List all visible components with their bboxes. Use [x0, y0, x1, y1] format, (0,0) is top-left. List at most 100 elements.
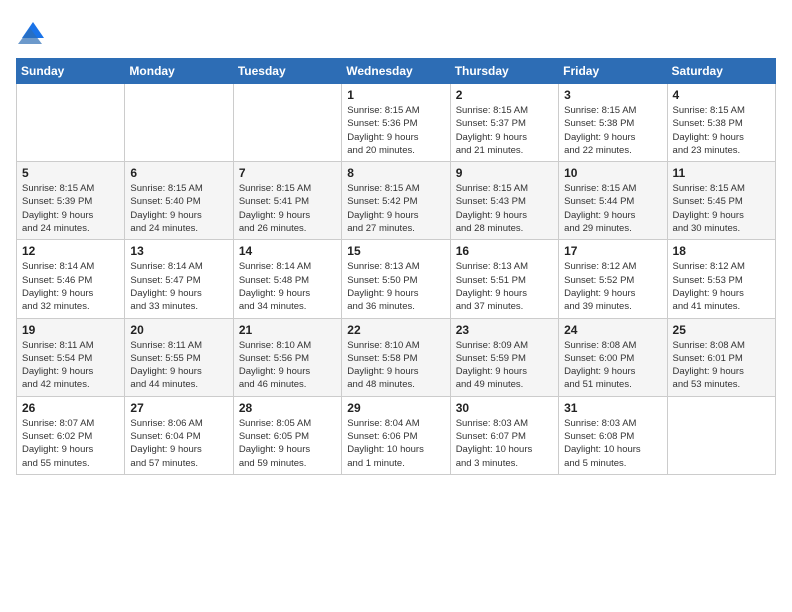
calendar-cell: 10 Sunrise: 8:15 AM Sunset: 5:44 PM Dayli…: [559, 162, 667, 240]
logo-icon: [18, 16, 48, 46]
day-number: 2: [456, 88, 553, 102]
day-number: 12: [22, 244, 119, 258]
calendar-cell: 30 Sunrise: 8:03 AM Sunset: 6:07 PM Dayli…: [450, 396, 558, 474]
calendar-cell: 3Sunrise: 8:15 AM Sunset: 5:38 PM Daylig…: [559, 84, 667, 162]
day-number: 4: [673, 88, 770, 102]
day-info: Sunrise: 8:15 AM Sunset: 5:38 PM Dayligh…: [564, 104, 661, 157]
day-number: 6: [130, 166, 227, 180]
calendar-cell: 1 Sunrise: 8:15 AM Sunset: 5:36 PM Daylig…: [342, 84, 450, 162]
calendar-cell: 16 Sunrise: 8:13 AM Sunset: 5:51 PM Dayli…: [450, 240, 558, 318]
day-info: Sunrise: 8:04 AM Sunset: 6:06 PM Dayligh…: [347, 417, 444, 470]
calendar-cell: 29 Sunrise: 8:04 AM Sunset: 6:06 PM Dayli…: [342, 396, 450, 474]
day-info: Sunrise: 8:15 AM Sunset: 5:41 PM Dayligh…: [239, 182, 336, 235]
day-number: 5: [22, 166, 119, 180]
day-number: 11: [673, 166, 770, 180]
week-row-4: 26 Sunrise: 8:07 AM Sunset: 6:02 PM Dayli…: [17, 396, 776, 474]
day-number: 26: [22, 401, 119, 415]
weekday-header-row: SundayMondayTuesdayWednesdayThursdayFrid…: [17, 59, 776, 84]
day-info: Sunrise: 8:13 AM Sunset: 5:50 PM Dayligh…: [347, 260, 444, 313]
calendar-cell: 13 Sunrise: 8:14 AM Sunset: 5:47 PM Dayli…: [125, 240, 233, 318]
day-number: 21: [239, 323, 336, 337]
page: SundayMondayTuesdayWednesdayThursdayFrid…: [0, 0, 792, 612]
day-info: Sunrise: 8:06 AM Sunset: 6:04 PM Dayligh…: [130, 417, 227, 470]
calendar-cell: 23 Sunrise: 8:09 AM Sunset: 5:59 PM Dayli…: [450, 318, 558, 396]
calendar-cell: 7Sunrise: 8:15 AM Sunset: 5:41 PM Daylig…: [233, 162, 341, 240]
calendar-cell: 27 Sunrise: 8:06 AM Sunset: 6:04 PM Dayli…: [125, 396, 233, 474]
day-info: Sunrise: 8:15 AM Sunset: 5:45 PM Dayligh…: [673, 182, 770, 235]
day-info: Sunrise: 8:15 AM Sunset: 5:40 PM Dayligh…: [130, 182, 227, 235]
calendar-cell: 19 Sunrise: 8:11 AM Sunset: 5:54 PM Dayli…: [17, 318, 125, 396]
day-number: 28: [239, 401, 336, 415]
day-info: Sunrise: 8:11 AM Sunset: 5:55 PM Dayligh…: [130, 339, 227, 392]
day-info: Sunrise: 8:13 AM Sunset: 5:51 PM Dayligh…: [456, 260, 553, 313]
day-number: 19: [22, 323, 119, 337]
day-number: 27: [130, 401, 227, 415]
day-info: Sunrise: 8:15 AM Sunset: 5:36 PM Dayligh…: [347, 104, 444, 157]
day-info: Sunrise: 8:12 AM Sunset: 5:52 PM Dayligh…: [564, 260, 661, 313]
day-info: Sunrise: 8:14 AM Sunset: 5:48 PM Dayligh…: [239, 260, 336, 313]
day-number: 17: [564, 244, 661, 258]
calendar-cell: 20 Sunrise: 8:11 AM Sunset: 5:55 PM Dayli…: [125, 318, 233, 396]
day-info: Sunrise: 8:10 AM Sunset: 5:58 PM Dayligh…: [347, 339, 444, 392]
day-number: 10: [564, 166, 661, 180]
day-info: Sunrise: 8:09 AM Sunset: 5:59 PM Dayligh…: [456, 339, 553, 392]
day-info: Sunrise: 8:12 AM Sunset: 5:53 PM Dayligh…: [673, 260, 770, 313]
day-number: 25: [673, 323, 770, 337]
calendar-cell: 4 Sunrise: 8:15 AM Sunset: 5:38 PM Daylig…: [667, 84, 775, 162]
calendar-cell: [667, 396, 775, 474]
day-info: Sunrise: 8:15 AM Sunset: 5:38 PM Dayligh…: [673, 104, 770, 157]
weekday-header-saturday: Saturday: [667, 59, 775, 84]
day-info: Sunrise: 8:11 AM Sunset: 5:54 PM Dayligh…: [22, 339, 119, 392]
week-row-0: 1 Sunrise: 8:15 AM Sunset: 5:36 PM Daylig…: [17, 84, 776, 162]
day-info: Sunrise: 8:15 AM Sunset: 5:39 PM Dayligh…: [22, 182, 119, 235]
header: [16, 16, 776, 46]
calendar-cell: 26 Sunrise: 8:07 AM Sunset: 6:02 PM Dayli…: [17, 396, 125, 474]
calendar-cell: 8Sunrise: 8:15 AM Sunset: 5:42 PM Daylig…: [342, 162, 450, 240]
day-info: Sunrise: 8:15 AM Sunset: 5:37 PM Dayligh…: [456, 104, 553, 157]
week-row-3: 19 Sunrise: 8:11 AM Sunset: 5:54 PM Dayli…: [17, 318, 776, 396]
calendar-cell: 22 Sunrise: 8:10 AM Sunset: 5:58 PM Dayli…: [342, 318, 450, 396]
calendar-cell: 11 Sunrise: 8:15 AM Sunset: 5:45 PM Dayli…: [667, 162, 775, 240]
weekday-header-sunday: Sunday: [17, 59, 125, 84]
day-number: 22: [347, 323, 444, 337]
day-info: Sunrise: 8:15 AM Sunset: 5:44 PM Dayligh…: [564, 182, 661, 235]
calendar-cell: 24Sunrise: 8:08 AM Sunset: 6:00 PM Dayli…: [559, 318, 667, 396]
day-number: 9: [456, 166, 553, 180]
calendar-cell: [125, 84, 233, 162]
day-info: Sunrise: 8:03 AM Sunset: 6:07 PM Dayligh…: [456, 417, 553, 470]
day-number: 16: [456, 244, 553, 258]
calendar-cell: 15 Sunrise: 8:13 AM Sunset: 5:50 PM Dayli…: [342, 240, 450, 318]
day-number: 31: [564, 401, 661, 415]
day-info: Sunrise: 8:10 AM Sunset: 5:56 PM Dayligh…: [239, 339, 336, 392]
day-number: 18: [673, 244, 770, 258]
weekday-header-tuesday: Tuesday: [233, 59, 341, 84]
calendar-cell: [233, 84, 341, 162]
weekday-header-thursday: Thursday: [450, 59, 558, 84]
calendar-cell: [17, 84, 125, 162]
day-number: 20: [130, 323, 227, 337]
week-row-2: 12 Sunrise: 8:14 AM Sunset: 5:46 PM Dayli…: [17, 240, 776, 318]
weekday-header-monday: Monday: [125, 59, 233, 84]
day-number: 30: [456, 401, 553, 415]
calendar-cell: 31Sunrise: 8:03 AM Sunset: 6:08 PM Dayli…: [559, 396, 667, 474]
calendar-cell: 18 Sunrise: 8:12 AM Sunset: 5:53 PM Dayli…: [667, 240, 775, 318]
calendar-cell: 6 Sunrise: 8:15 AM Sunset: 5:40 PM Daylig…: [125, 162, 233, 240]
weekday-header-friday: Friday: [559, 59, 667, 84]
day-info: Sunrise: 8:14 AM Sunset: 5:46 PM Dayligh…: [22, 260, 119, 313]
calendar-table: SundayMondayTuesdayWednesdayThursdayFrid…: [16, 58, 776, 475]
logo: [16, 16, 48, 46]
day-number: 13: [130, 244, 227, 258]
calendar-cell: 17 Sunrise: 8:12 AM Sunset: 5:52 PM Dayli…: [559, 240, 667, 318]
day-number: 29: [347, 401, 444, 415]
calendar-cell: 14 Sunrise: 8:14 AM Sunset: 5:48 PM Dayli…: [233, 240, 341, 318]
calendar-cell: 12 Sunrise: 8:14 AM Sunset: 5:46 PM Dayli…: [17, 240, 125, 318]
day-number: 1: [347, 88, 444, 102]
day-number: 23: [456, 323, 553, 337]
day-info: Sunrise: 8:14 AM Sunset: 5:47 PM Dayligh…: [130, 260, 227, 313]
day-number: 24: [564, 323, 661, 337]
day-number: 15: [347, 244, 444, 258]
calendar-cell: 9Sunrise: 8:15 AM Sunset: 5:43 PM Daylig…: [450, 162, 558, 240]
day-info: Sunrise: 8:07 AM Sunset: 6:02 PM Dayligh…: [22, 417, 119, 470]
day-number: 14: [239, 244, 336, 258]
calendar-cell: 5 Sunrise: 8:15 AM Sunset: 5:39 PM Daylig…: [17, 162, 125, 240]
